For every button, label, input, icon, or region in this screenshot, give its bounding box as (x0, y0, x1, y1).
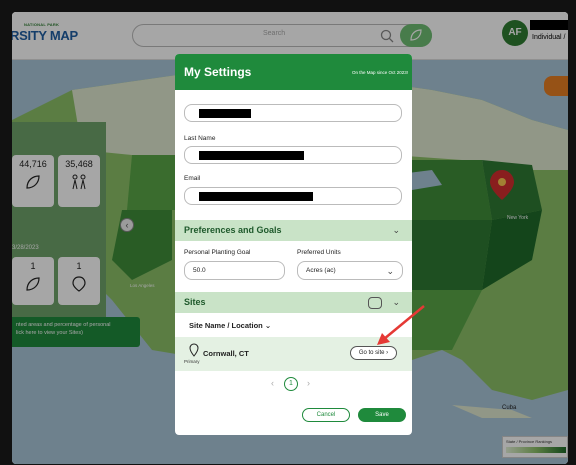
preferences-section-header[interactable]: Preferences and Goals ⌄ (175, 220, 412, 241)
location-pin-icon (189, 343, 199, 357)
email-field[interactable] (184, 187, 402, 205)
go-to-site-button[interactable]: Go to site › (350, 346, 397, 360)
redacted-value (199, 192, 313, 201)
member-since-label: On the Map since Oct 2023! (351, 70, 408, 75)
prev-page-button[interactable]: ‹ (271, 378, 274, 388)
first-name-field[interactable] (184, 104, 402, 122)
chevron-down-icon: ⌄ (386, 266, 394, 276)
chevron-down-icon[interactable]: ⌄ (392, 297, 400, 308)
redacted-value (199, 109, 251, 118)
modal-header: My Settings On the Map since Oct 2023! (175, 54, 412, 90)
next-page-button[interactable]: › (307, 378, 310, 388)
sites-title: Sites (184, 297, 206, 307)
units-label: Preferred Units (297, 249, 341, 256)
last-name-label: Last Name (184, 135, 216, 142)
site-column-header[interactable]: Site Name / Location ⌄ (189, 321, 271, 330)
page-number-current[interactable]: 1 (284, 377, 298, 391)
preferences-title: Preferences and Goals (184, 225, 282, 235)
modal-title: My Settings (184, 65, 252, 79)
last-name-field[interactable] (184, 146, 402, 164)
chevron-right-icon: › (386, 350, 389, 356)
site-column-header-label: Site Name / Location (189, 321, 263, 330)
cancel-button[interactable]: Cancel (302, 408, 350, 422)
units-select[interactable]: Acres (ac) ⌄ (297, 261, 403, 280)
goal-label: Personal Planting Goal (184, 249, 251, 256)
email-label: Email (184, 175, 201, 182)
redacted-value (199, 151, 304, 160)
primary-site-tag: Primary (184, 359, 200, 364)
site-name: Cornwall, CT (203, 349, 249, 358)
settings-modal: My Settings On the Map since Oct 2023! L… (175, 54, 412, 435)
chevron-down-icon[interactable]: ⌄ (392, 225, 400, 236)
chevron-down-icon: ⌄ (264, 321, 272, 330)
go-to-site-label: Go to site (358, 350, 385, 356)
leaf-toggle-icon[interactable] (368, 297, 382, 309)
units-select-value: Acres (ac) (306, 267, 336, 274)
planting-goal-input[interactable]: 50.0 (184, 261, 285, 280)
save-button[interactable]: Save (358, 408, 406, 422)
app-screen: NATIONAL PARK RSITY MAP Search AF Indivi… (12, 12, 568, 464)
